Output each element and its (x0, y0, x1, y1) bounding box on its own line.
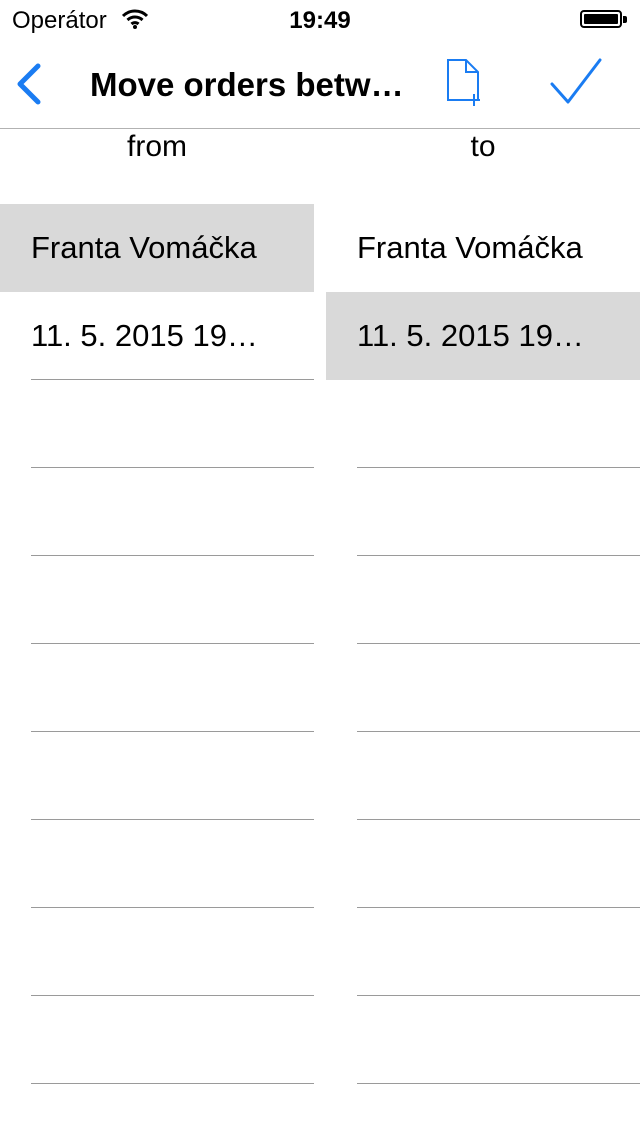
from-list-item[interactable] (0, 380, 314, 468)
from-list-item[interactable] (0, 820, 314, 908)
list-item-label: Franta Vomáčka (357, 230, 583, 265)
navigation-bar: Move orders betw… (0, 40, 640, 129)
to-list-item[interactable]: 11. 5. 2015 19… (326, 292, 640, 380)
row-separator (357, 1083, 640, 1084)
from-list[interactable]: Franta Vomáčka 11. 5. 2015 19… (0, 204, 314, 1084)
from-list-item[interactable] (0, 908, 314, 996)
from-list-item[interactable]: Franta Vomáčka (0, 204, 314, 292)
to-list-item[interactable] (326, 468, 640, 556)
status-bar: Operátor 19:49 (0, 0, 640, 40)
to-list-item[interactable] (326, 732, 640, 820)
to-list-item[interactable] (326, 820, 640, 908)
to-list-item[interactable] (326, 996, 640, 1084)
from-list-item[interactable] (0, 556, 314, 644)
new-document-button[interactable] (442, 56, 486, 108)
to-list[interactable]: Franta Vomáčka 11. 5. 2015 19… (326, 204, 640, 1084)
clock: 19:49 (289, 7, 351, 34)
from-list-item[interactable] (0, 996, 314, 1084)
back-button[interactable] (10, 58, 54, 110)
from-list-item[interactable]: 11. 5. 2015 19… (0, 292, 314, 380)
done-button[interactable] (546, 54, 606, 110)
new-document-icon (447, 59, 480, 106)
to-list-item[interactable]: Franta Vomáčka (326, 204, 640, 292)
checkmark-icon (550, 58, 602, 104)
to-column-header: to (470, 130, 496, 163)
from-list-item[interactable] (0, 732, 314, 820)
from-list-item[interactable] (0, 644, 314, 732)
chevron-left-icon (17, 63, 41, 105)
page-title: Move orders betw… (90, 66, 404, 103)
to-list-item[interactable] (326, 644, 640, 732)
row-separator (31, 1083, 314, 1084)
list-item-label: Franta Vomáčka (31, 230, 257, 265)
to-list-item[interactable] (326, 380, 640, 468)
list-item-label: 11. 5. 2015 19… (357, 318, 584, 353)
battery-icon (580, 10, 628, 30)
to-list-item[interactable] (326, 908, 640, 996)
from-column-header: from (127, 130, 187, 163)
from-list-item[interactable] (0, 468, 314, 556)
list-item-label: 11. 5. 2015 19… (31, 318, 258, 353)
to-list-item[interactable] (326, 556, 640, 644)
